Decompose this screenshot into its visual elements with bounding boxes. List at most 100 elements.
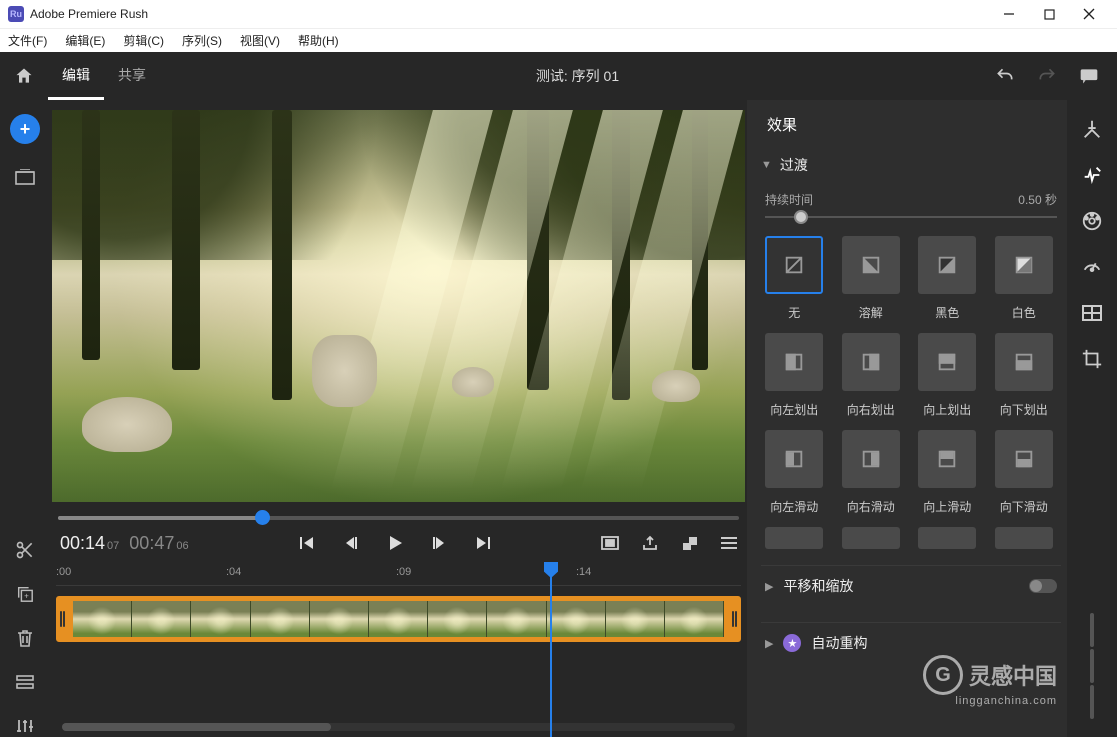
pan-zoom-label: 平移和缩放 [783, 576, 853, 596]
effect-slide-u[interactable] [918, 430, 976, 488]
topbar-left: 编辑 共享 [0, 52, 160, 100]
transport-bar: 00:14 07 00:47 06 [50, 520, 747, 560]
section-transition[interactable]: ▼ 过渡 [761, 155, 1061, 175]
ruler-tick: :09 [396, 566, 411, 578]
star-badge-icon: ★ [783, 634, 801, 652]
preview-monitor[interactable] [52, 110, 745, 502]
speed-icon[interactable] [1081, 256, 1103, 278]
section-auto-reframe[interactable]: ▶ ★ 自动重构 [761, 622, 1061, 663]
effect-dissolve[interactable] [842, 236, 900, 294]
effect-wipe-u[interactable] [918, 333, 976, 391]
effect-label: 向上划出 [923, 401, 971, 418]
effect-label: 向下划出 [1000, 401, 1048, 418]
effect-slide-d[interactable] [995, 430, 1053, 488]
add-media-button[interactable]: + [10, 114, 40, 144]
delete-icon[interactable] [14, 627, 36, 649]
clip-handle-right[interactable] [727, 598, 739, 640]
panel-title: 效果 [761, 114, 1061, 135]
video-clip[interactable] [56, 596, 741, 642]
menu-clip[interactable]: 剪辑(C) [119, 30, 168, 51]
time-ruler[interactable]: :00 :04 :09 :14 [56, 560, 741, 586]
timeline-scrollbar[interactable] [62, 723, 735, 731]
menu-help[interactable]: 帮助(H) [294, 30, 343, 51]
project-panel-icon[interactable] [14, 166, 36, 188]
tab-share[interactable]: 共享 [104, 52, 160, 100]
go-end-button[interactable] [474, 534, 492, 552]
menu-view[interactable]: 视图(V) [236, 30, 284, 51]
pan-zoom-toggle[interactable] [1029, 579, 1057, 593]
top-tabs: 编辑 共享 [48, 52, 160, 100]
go-start-button[interactable] [298, 534, 316, 552]
effect-label: 向左滑动 [770, 498, 818, 515]
total-frames: 06 [176, 540, 188, 552]
maximize-button[interactable] [1029, 0, 1069, 28]
menu-icon[interactable] [721, 537, 737, 549]
chevron-right-icon: ▶ [765, 580, 773, 593]
clip-handle-left[interactable] [58, 598, 70, 640]
export-icon[interactable] [641, 535, 659, 551]
effect-label: 向上滑动 [923, 498, 971, 515]
duration-label: 持续时间 [765, 191, 813, 208]
titles-icon[interactable] [1081, 118, 1103, 140]
timecode: 00:14 07 00:47 06 [60, 533, 189, 554]
sequence-title: 测试: 序列 01 [536, 66, 619, 86]
home-button[interactable] [0, 52, 48, 100]
panel-scrollbar[interactable] [1090, 613, 1094, 719]
scissors-icon[interactable] [14, 539, 36, 561]
duration-slider[interactable] [765, 216, 1057, 218]
tab-edit[interactable]: 编辑 [48, 52, 104, 100]
effect-more[interactable] [765, 527, 823, 549]
redo-button[interactable] [1037, 66, 1057, 86]
effect-white[interactable] [995, 236, 1053, 294]
menu-edit[interactable]: 编辑(E) [61, 30, 109, 51]
layers-icon[interactable] [681, 535, 699, 551]
duplicate-icon[interactable]: + [14, 583, 36, 605]
effect-slide-l[interactable] [765, 430, 823, 488]
effect-wipe-d[interactable] [995, 333, 1053, 391]
section-pan-zoom[interactable]: ▶ 平移和缩放 [761, 565, 1061, 606]
crop-icon[interactable] [1081, 348, 1103, 370]
transition-grid: 无溶解黑色白色向左划出向右划出向上划出向下划出向左滑动向右滑动向上滑动向下滑动 [761, 236, 1061, 515]
effect-label: 无 [788, 304, 800, 321]
tracks-icon[interactable] [14, 671, 36, 693]
duration-value: 0.50 秒 [1018, 191, 1057, 208]
comments-button[interactable] [1079, 67, 1099, 85]
audio-icon[interactable] [1081, 302, 1103, 324]
effect-more[interactable] [995, 527, 1053, 549]
right-sidebar [1067, 100, 1117, 737]
step-fwd-button[interactable] [430, 534, 448, 552]
minimize-button[interactable] [989, 0, 1029, 28]
effect-more[interactable] [842, 527, 900, 549]
center-area: 00:14 07 00:47 06 :00 [50, 100, 747, 737]
close-button[interactable] [1069, 0, 1109, 28]
effect-none[interactable] [765, 236, 823, 294]
menu-file[interactable]: 文件(F) [4, 30, 51, 51]
effect-slide-r[interactable] [842, 430, 900, 488]
play-button[interactable] [386, 534, 404, 552]
menu-sequence[interactable]: 序列(S) [178, 30, 226, 51]
fullscreen-icon[interactable] [601, 536, 619, 550]
play-controls [298, 534, 492, 552]
playhead[interactable] [550, 562, 552, 737]
chevron-right-icon: ▶ [765, 637, 773, 650]
total-time: 00:47 [129, 533, 174, 554]
effect-wipe-r[interactable] [842, 333, 900, 391]
current-frames: 07 [107, 540, 119, 552]
effect-label: 白色 [1012, 304, 1036, 321]
transition-grid-extra [761, 527, 1061, 549]
color-icon[interactable] [1081, 210, 1103, 232]
auto-reframe-label: 自动重构 [811, 633, 867, 653]
effects-icon[interactable] [1081, 164, 1103, 186]
effect-more[interactable] [918, 527, 976, 549]
effects-panel: 效果 ▼ 过渡 持续时间 0.50 秒 无溶解黑色白色向左划出向右划出向上划出向… [747, 100, 1067, 737]
scrub-bar[interactable] [58, 516, 739, 520]
ruler-tick: :00 [56, 566, 71, 578]
slider-knob[interactable] [794, 210, 808, 224]
timeline[interactable]: :00 :04 :09 :14 [50, 560, 747, 737]
undo-button[interactable] [995, 66, 1015, 86]
adjust-icon[interactable] [14, 715, 36, 737]
ruler-tick: :04 [226, 566, 241, 578]
step-back-button[interactable] [342, 534, 360, 552]
effect-black[interactable] [918, 236, 976, 294]
effect-wipe-l[interactable] [765, 333, 823, 391]
